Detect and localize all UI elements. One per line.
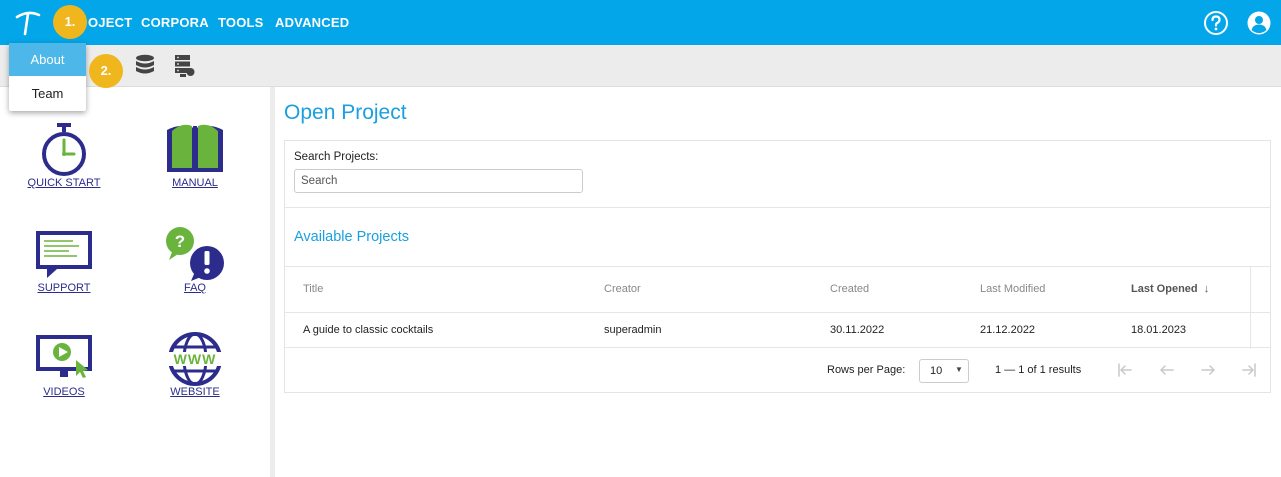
header-row-divider <box>285 312 1270 313</box>
secondary-toolbar <box>0 45 1281 87</box>
help-icon[interactable] <box>1203 10 1229 36</box>
link-website[interactable]: WEBSITE <box>140 386 250 398</box>
menu-corpora[interactable]: CORPORA <box>141 15 209 30</box>
column-header-created[interactable]: Created <box>830 283 869 295</box>
database-icon[interactable] <box>133 53 157 79</box>
support-chat-icon[interactable] <box>33 228 95 286</box>
video-monitor-icon[interactable] <box>33 332 95 390</box>
cell-last-opened: 18.01.2023 <box>1131 324 1187 336</box>
top-navbar: OJECT CORPORA TOOLS ADVANCED <box>0 0 1281 45</box>
help-dropdown-menu: About Team <box>9 43 86 111</box>
svg-text:?: ? <box>175 232 185 251</box>
link-faq[interactable]: FAQ <box>140 282 250 294</box>
link-videos[interactable]: VIDEOS <box>9 386 119 398</box>
table-footer-divider <box>285 347 1270 348</box>
cell-title: A guide to classic cocktails <box>303 324 434 336</box>
table-column-divider <box>1250 267 1251 349</box>
pagination-range: 1 — 1 of 1 results <box>995 364 1082 376</box>
book-icon[interactable] <box>164 120 226 178</box>
section-divider <box>285 207 1270 208</box>
column-header-last-modified[interactable]: Last Modified <box>980 283 1045 295</box>
cell-creator: superadmin <box>604 324 662 336</box>
rows-per-page-label: Rows per Page: <box>827 364 906 376</box>
svg-text:WWW: WWW <box>174 351 217 367</box>
cell-created: 30.11.2022 <box>830 324 885 336</box>
column-header-title[interactable]: Title <box>303 283 323 295</box>
column-header-last-opened-label: Last Opened <box>1131 283 1198 295</box>
last-page-icon[interactable] <box>1240 361 1258 379</box>
sort-arrow-down-icon: ↓ <box>1203 283 1210 295</box>
first-page-icon[interactable] <box>1116 361 1134 379</box>
globe-www-icon[interactable]: WWW <box>164 330 226 388</box>
projects-table: Title Creator Created Last Modified Last… <box>285 266 1270 349</box>
database-server-icon[interactable] <box>172 53 196 79</box>
search-input[interactable]: Search <box>294 169 583 193</box>
column-header-last-opened[interactable]: Last Opened ↓ <box>1131 283 1209 295</box>
available-projects-heading: Available Projects <box>294 229 409 245</box>
dropdown-item-about[interactable]: About <box>9 43 86 76</box>
step-badge-1: 1. <box>53 5 87 39</box>
menu-advanced[interactable]: ADVANCED <box>275 15 349 30</box>
dropdown-item-team[interactable]: Team <box>9 77 86 110</box>
previous-page-icon[interactable] <box>1158 361 1176 379</box>
rows-per-page-select[interactable]: 10 ▼ <box>919 359 969 383</box>
open-project-card: Search Projects: Search Available Projec… <box>284 140 1271 393</box>
page-title: Open Project <box>284 101 407 124</box>
cell-last-modified: 21.12.2022 <box>980 324 1036 336</box>
link-manual[interactable]: MANUAL <box>140 177 250 189</box>
pickaxe-logo-icon[interactable] <box>14 9 42 37</box>
caret-down-icon: ▼ <box>955 365 963 374</box>
rows-per-page-value: 10 <box>930 365 943 377</box>
link-quick-start[interactable]: QUICK START <box>9 177 119 189</box>
panel-divider <box>270 87 275 477</box>
menu-project[interactable]: OJECT <box>88 15 132 30</box>
link-support[interactable]: SUPPORT <box>9 282 119 294</box>
column-header-creator[interactable]: Creator <box>604 283 641 295</box>
next-page-icon[interactable] <box>1199 361 1217 379</box>
faq-bubbles-icon[interactable]: ? <box>164 224 226 282</box>
step-badge-2: 2. <box>89 54 123 88</box>
search-label: Search Projects: <box>294 151 379 163</box>
menu-tools[interactable]: TOOLS <box>218 15 264 30</box>
user-account-icon[interactable] <box>1246 10 1272 36</box>
stopwatch-icon[interactable] <box>33 120 95 178</box>
